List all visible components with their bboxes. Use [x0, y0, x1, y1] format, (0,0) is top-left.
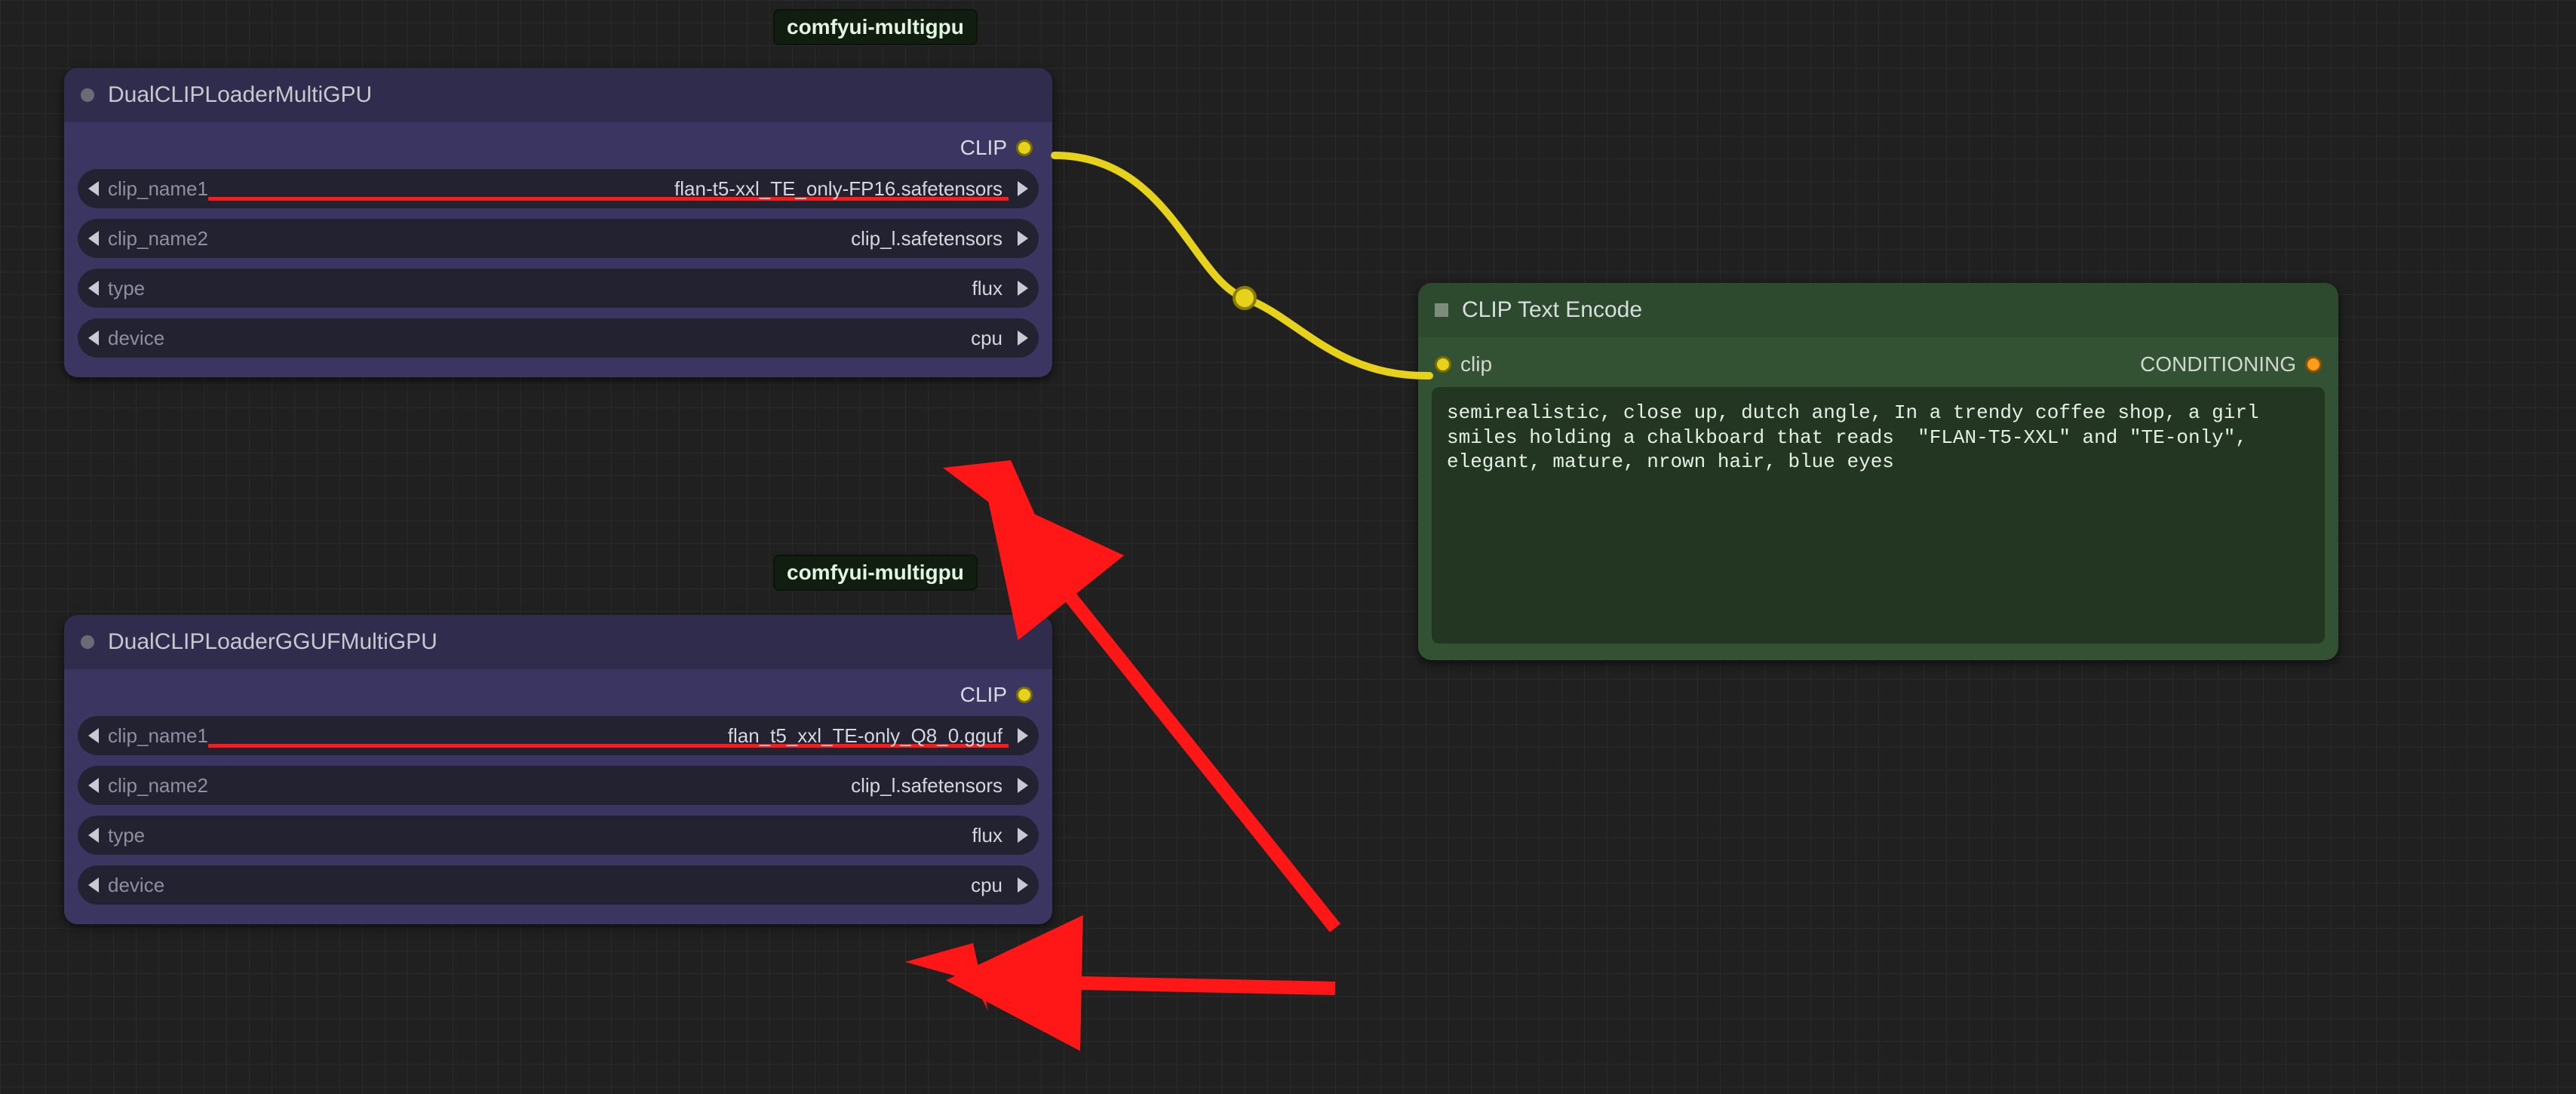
chevron-right-icon[interactable] [1018, 778, 1028, 793]
annotation-arrow-1 [1003, 513, 1335, 928]
prompt-textarea[interactable]: semirealistic, close up, dutch angle, In… [1432, 387, 2325, 644]
node-dualcliploader-gguf-multigpu[interactable]: DualCLIPLoaderGGUFMultiGPU CLIP clip_nam… [64, 615, 1052, 924]
collapse-dot-icon[interactable] [81, 635, 94, 649]
annotation-arrowhead-2 [905, 943, 988, 1011]
widget-label: device [108, 327, 164, 350]
node-title: CLIP Text Encode [1462, 297, 1642, 323]
widget-value: flan-t5-xxl_TE_only-FP16.safetensors [208, 177, 1009, 201]
widget-device[interactable]: device cpu [78, 865, 1039, 905]
widget-label: clip_name1 [108, 177, 208, 201]
widget-label: clip_name2 [108, 227, 208, 250]
widget-value: clip_l.safetensors [208, 774, 1009, 797]
node-titlebar[interactable]: CLIP Text Encode [1418, 283, 2338, 337]
widget-value: cpu [164, 874, 1009, 897]
wire-clip-to-encode[interactable] [1055, 155, 1429, 376]
widget-clip-name2[interactable]: clip_name2 clip_l.safetensors [78, 766, 1039, 805]
widget-value: flux [145, 824, 1009, 847]
widget-label: type [108, 824, 145, 847]
widget-clip-name1[interactable]: clip_name1 flan_t5_xxl_TE-only_Q8_0.gguf [78, 716, 1039, 755]
widget-label: device [108, 874, 164, 897]
node-title: DualCLIPLoaderGGUFMultiGPU [108, 629, 438, 655]
input-port-clip[interactable] [1435, 356, 1451, 373]
chevron-left-icon[interactable] [88, 181, 99, 196]
badge-top: comfyui-multigpu [773, 9, 978, 45]
collapse-dot-icon[interactable] [81, 88, 94, 102]
chevron-left-icon[interactable] [88, 281, 99, 296]
output-port-conditioning[interactable] [2305, 356, 2322, 373]
annotation-arrow-2 [973, 981, 1335, 988]
chevron-left-icon[interactable] [88, 877, 99, 893]
widget-value: clip_l.safetensors [208, 227, 1009, 250]
node-clip-text-encode[interactable]: CLIP Text Encode clip CONDITIONING semir… [1418, 283, 2338, 660]
output-port-clip[interactable] [1016, 140, 1033, 156]
widget-value: cpu [164, 327, 1009, 350]
chevron-right-icon[interactable] [1018, 728, 1028, 743]
widget-clip-name1[interactable]: clip_name1 flan-t5-xxl_TE_only-FP16.safe… [78, 169, 1039, 208]
widget-label: type [108, 277, 145, 300]
chevron-right-icon[interactable] [1018, 330, 1028, 346]
node-titlebar[interactable]: DualCLIPLoaderMultiGPU [64, 68, 1052, 122]
widget-value: flan_t5_xxl_TE-only_Q8_0.gguf [208, 724, 1009, 748]
chevron-right-icon[interactable] [1018, 828, 1028, 843]
chevron-right-icon[interactable] [1018, 877, 1028, 893]
output-label-conditioning: CONDITIONING [2140, 352, 2296, 376]
output-label-clip: CLIP [960, 683, 1007, 707]
chevron-right-icon[interactable] [1018, 281, 1028, 296]
node-dualcliploader-multigpu[interactable]: DualCLIPLoaderMultiGPU CLIP clip_name1 f… [64, 68, 1052, 377]
chevron-right-icon[interactable] [1018, 181, 1028, 196]
output-label-clip: CLIP [960, 136, 1007, 160]
node-title: DualCLIPLoaderMultiGPU [108, 82, 372, 108]
output-port-clip[interactable] [1016, 687, 1033, 703]
annotation-arrowhead-1 [943, 460, 1041, 528]
chevron-left-icon[interactable] [88, 231, 99, 246]
chevron-left-icon[interactable] [88, 728, 99, 743]
collapse-square-icon[interactable] [1435, 303, 1448, 317]
chevron-right-icon[interactable] [1018, 231, 1028, 246]
badge-mid: comfyui-multigpu [773, 555, 978, 591]
widget-device[interactable]: device cpu [78, 318, 1039, 358]
widget-label: clip_name1 [108, 724, 208, 748]
chevron-left-icon[interactable] [88, 330, 99, 346]
widget-type[interactable]: type flux [78, 816, 1039, 855]
chevron-left-icon[interactable] [88, 778, 99, 793]
widget-clip-name2[interactable]: clip_name2 clip_l.safetensors [78, 219, 1039, 258]
reroute-dot[interactable] [1234, 287, 1255, 309]
widget-value: flux [145, 277, 1009, 300]
node-titlebar[interactable]: DualCLIPLoaderGGUFMultiGPU [64, 615, 1052, 669]
widget-type[interactable]: type flux [78, 269, 1039, 308]
chevron-left-icon[interactable] [88, 828, 99, 843]
input-label-clip: clip [1460, 352, 1492, 376]
widget-label: clip_name2 [108, 774, 208, 797]
